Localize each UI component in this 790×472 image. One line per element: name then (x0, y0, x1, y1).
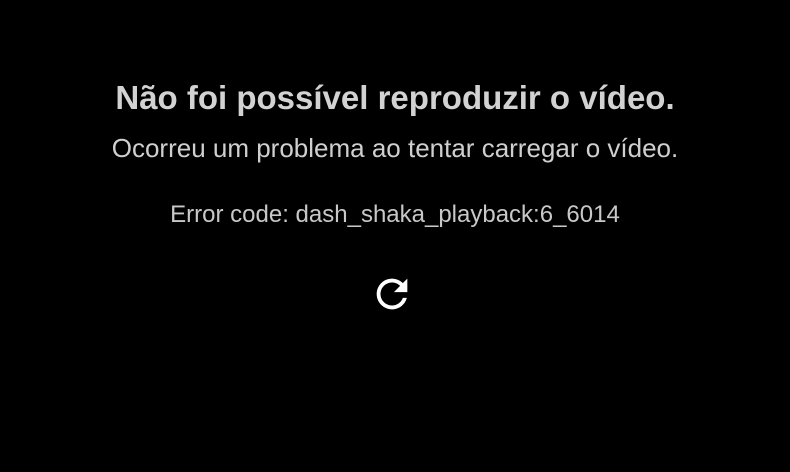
reload-button[interactable] (367, 269, 417, 319)
video-player-error-screen: Não foi possível reproduzir o vídeo. Oco… (0, 0, 790, 472)
reload-icon (369, 271, 415, 317)
error-title: Não foi possível reproduzir o vídeo. (115, 79, 675, 116)
error-code: Error code: dash_shaka_playback:6_6014 (170, 201, 620, 228)
error-message: Ocorreu um problema ao tentar carregar o… (111, 133, 679, 163)
